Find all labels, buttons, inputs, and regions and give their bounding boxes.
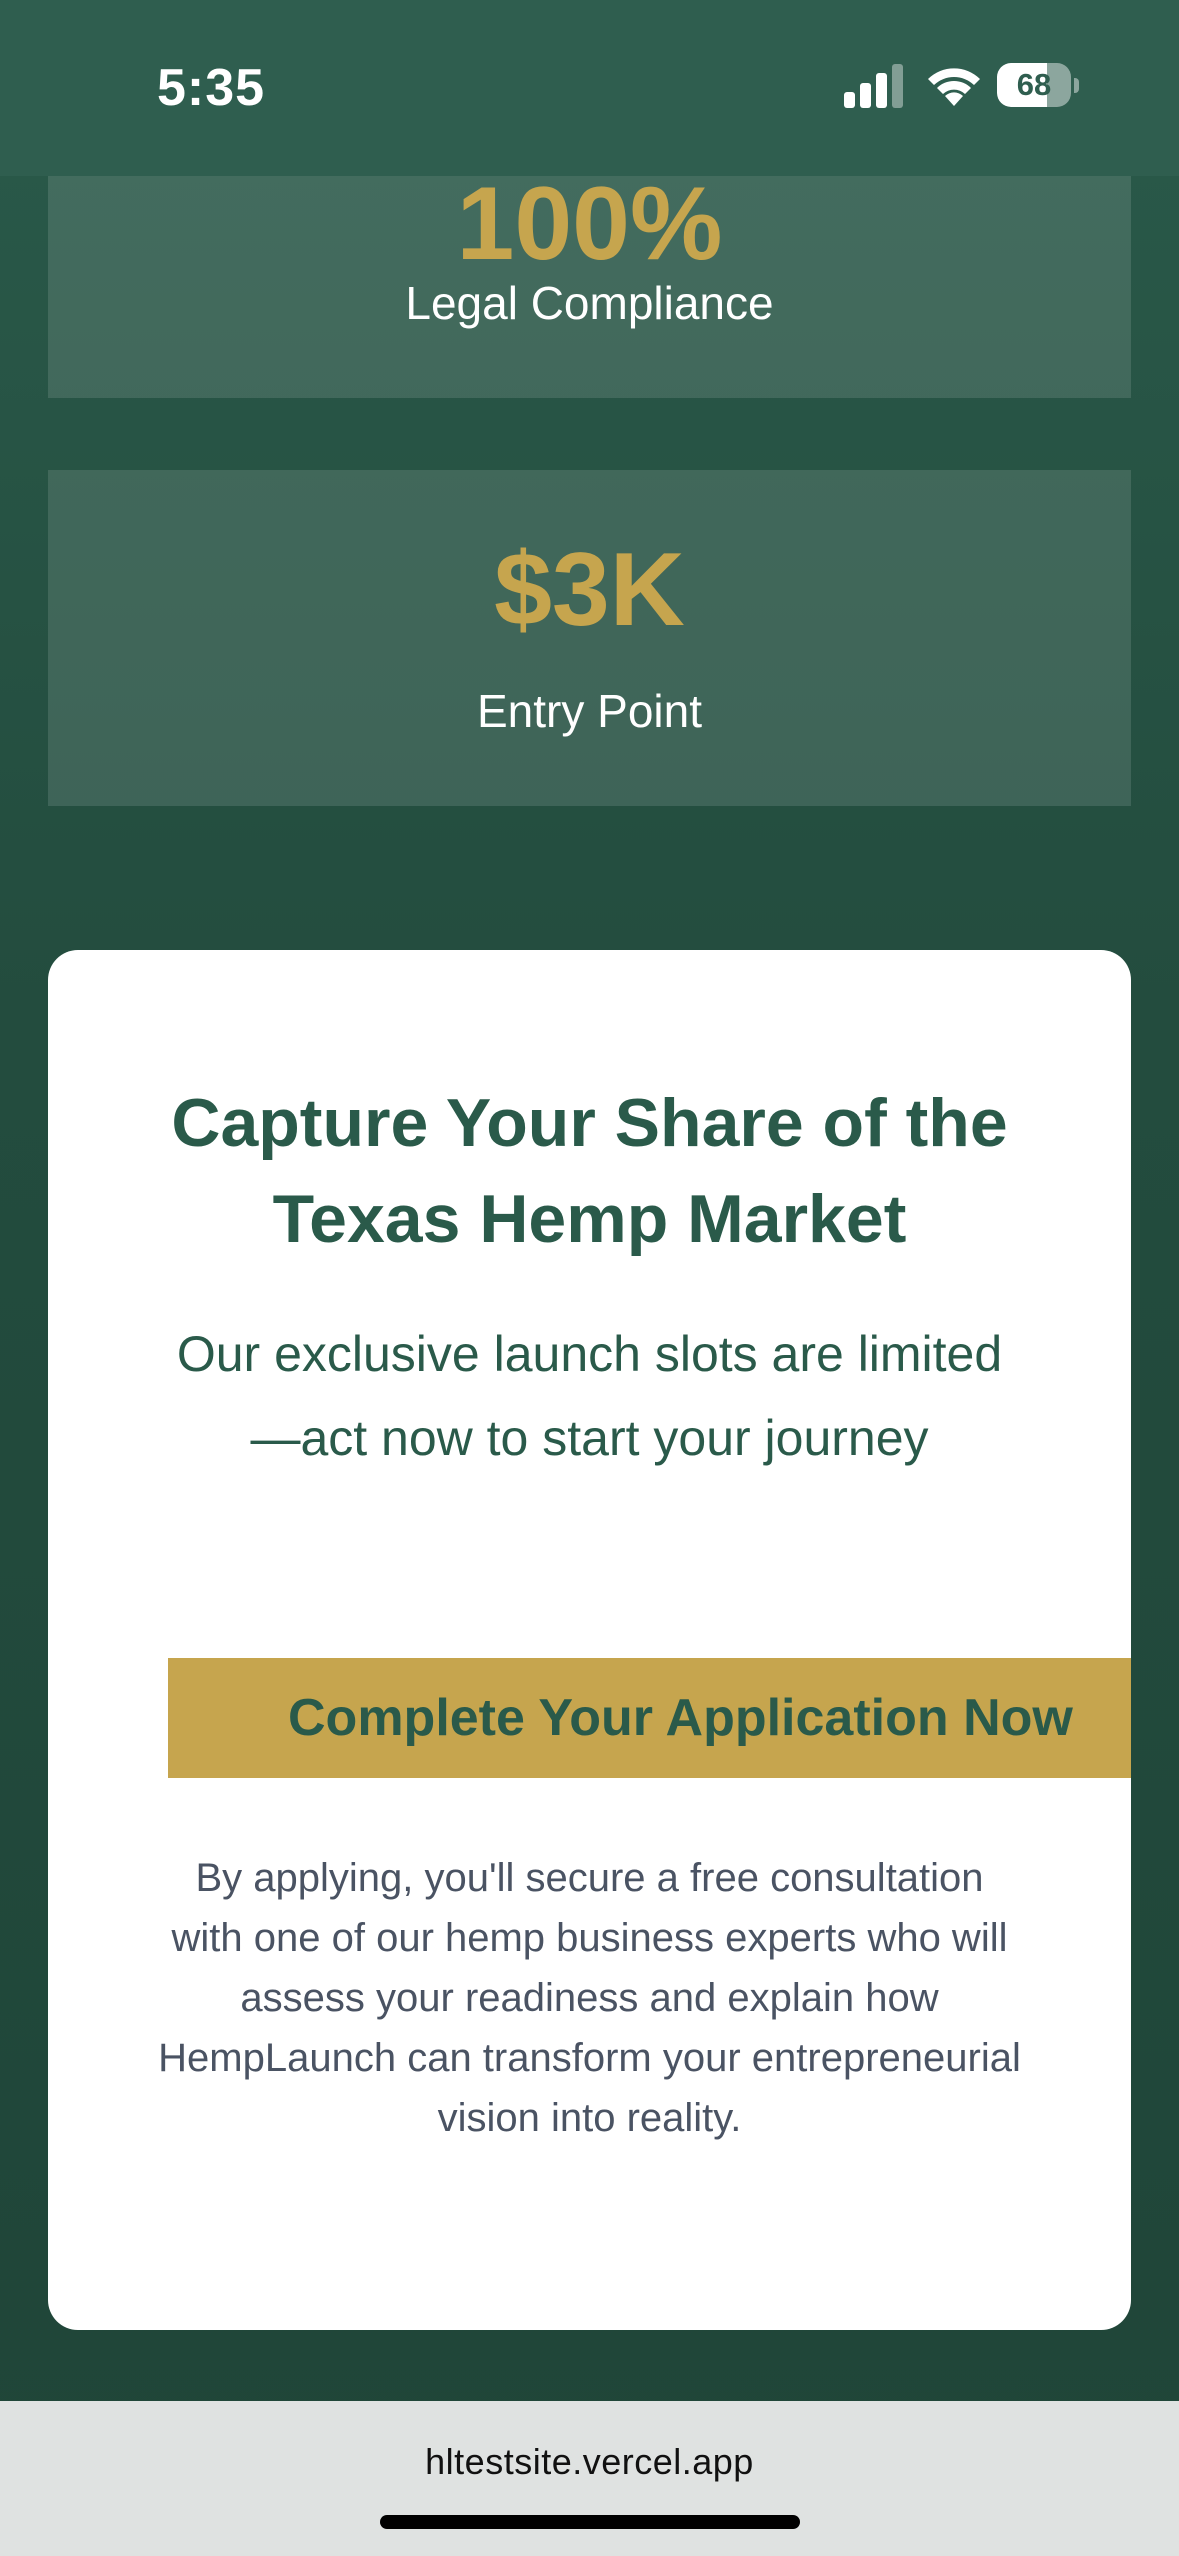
cta-subtitle: Our exclusive launch slots are limited—a… (176, 1326, 1003, 1466)
battery-icon: 68 (997, 63, 1079, 109)
stat-label: Entry Point (477, 685, 702, 737)
status-bar: 5:35 68 (0, 0, 1179, 176)
stat-value: $3K (494, 532, 685, 648)
cta-note: By applying, you'll secure a free consul… (158, 1856, 1021, 2140)
wifi-icon (928, 68, 980, 106)
status-time: 5:35 (157, 59, 266, 117)
stat-card-entry-point: $3K Entry Point (48, 470, 1131, 806)
complete-application-button[interactable]: Complete Your Application Now (168, 1658, 1131, 1778)
stat-label: Legal Compliance (405, 277, 774, 329)
cta-heading: Capture Your Share of the Texas Hemp Mar… (171, 1085, 1008, 1257)
battery-level: 68 (1016, 67, 1052, 102)
stat-value: 100% (456, 166, 723, 282)
cta-card: Capture Your Share of the Texas Hemp Mar… (48, 950, 1131, 2330)
cellular-signal-icon (844, 64, 903, 108)
browser-url-bar[interactable]: hltestsite.vercel.app (0, 2401, 1179, 2556)
url-text[interactable]: hltestsite.vercel.app (0, 2441, 1179, 2483)
home-indicator[interactable] (380, 2515, 800, 2529)
